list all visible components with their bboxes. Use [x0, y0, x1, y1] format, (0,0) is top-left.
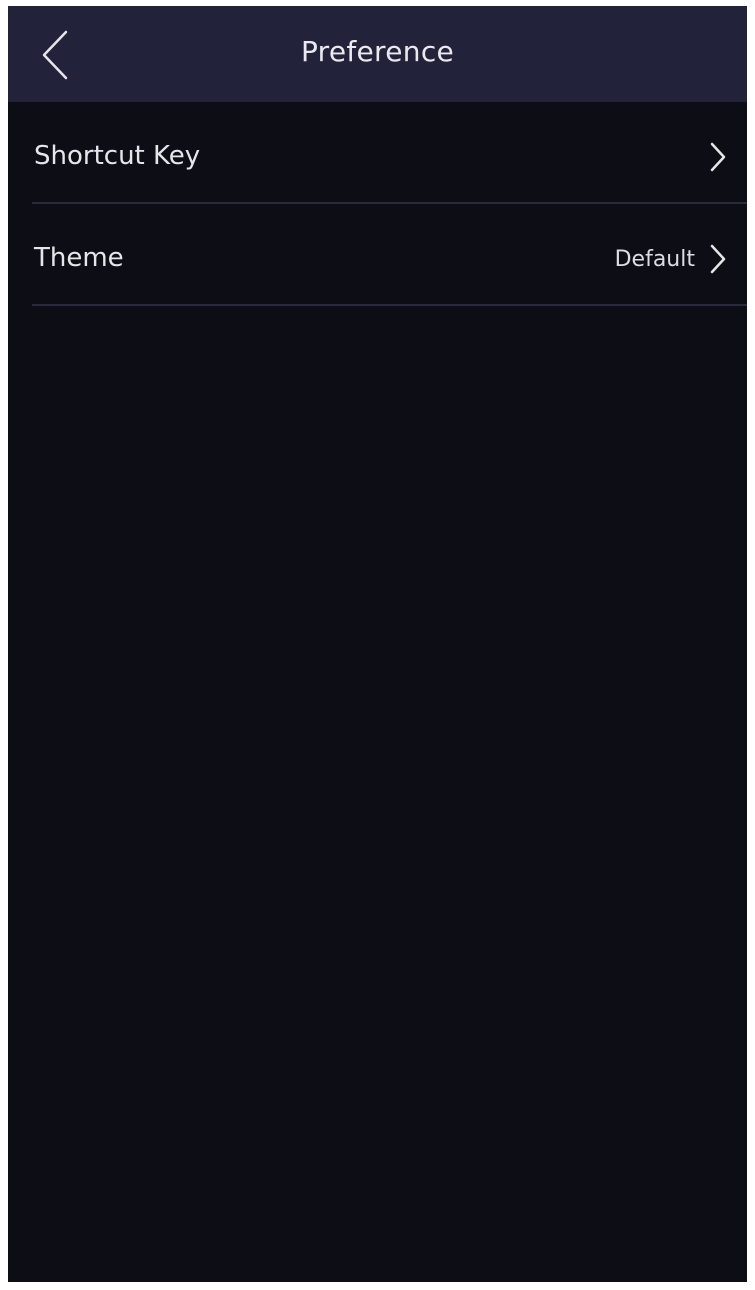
shortcut-key-label: Shortcut Key — [34, 141, 201, 171]
header-bar: Preference — [8, 6, 747, 102]
page-title: Preference — [300, 35, 455, 68]
theme-label: Theme — [34, 243, 124, 273]
preference-screen: Preference Shortcut Key Theme Default — [8, 6, 747, 1282]
settings-list: Shortcut Key Theme Default — [8, 102, 747, 306]
theme-value: Default — [614, 247, 695, 272]
chevron-right-icon — [710, 244, 726, 274]
chevron-right-icon — [710, 142, 726, 172]
theme-row[interactable]: Theme Default — [8, 204, 747, 306]
shortcut-key-row[interactable]: Shortcut Key — [8, 102, 747, 204]
divider — [32, 304, 747, 306]
